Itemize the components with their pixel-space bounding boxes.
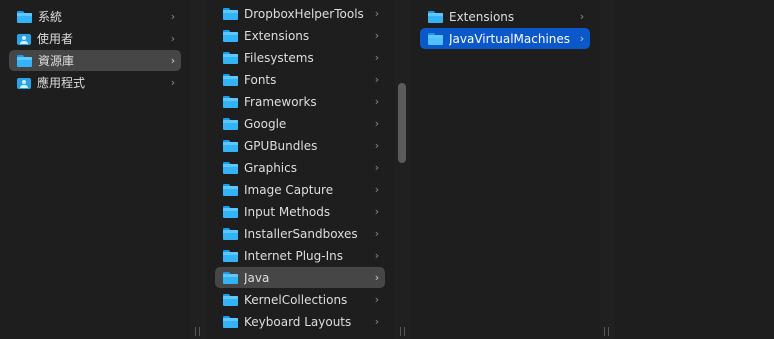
- folder-name: JavaVirtualMachines: [449, 31, 571, 46]
- folder-row[interactable]: GPUBundles ›: [215, 135, 385, 156]
- chevron-right-icon: ›: [579, 32, 585, 45]
- java-column: Extensions › JavaVirtualMachines ›: [411, 0, 600, 339]
- folder-icon: [223, 29, 238, 42]
- folder-row[interactable]: Keyboard Layouts ›: [215, 311, 385, 332]
- folder-row[interactable]: Extensions ›: [420, 6, 590, 27]
- column-gutter: [395, 0, 411, 339]
- folder-name: Fonts: [244, 72, 277, 87]
- column-resize-handle[interactable]: ||: [603, 327, 611, 337]
- chevron-right-icon: ›: [374, 205, 380, 218]
- folder-name: DropboxHelperTools: [244, 6, 364, 21]
- chevron-right-icon: ›: [170, 32, 176, 45]
- folder-name: 使用者: [37, 32, 74, 46]
- folder-icon: [223, 73, 238, 86]
- folder-row[interactable]: Java ›: [215, 267, 385, 288]
- chevron-right-icon: ›: [374, 249, 380, 262]
- folder-name: Filesystems: [244, 50, 314, 65]
- folder-row[interactable]: JavaVirtualMachines ›: [420, 28, 590, 49]
- folder-icon: [223, 95, 238, 108]
- folder-name: KernelCollections: [244, 292, 348, 307]
- folder-icon: [223, 271, 238, 284]
- folder-row[interactable]: Image Capture ›: [215, 179, 385, 200]
- chevron-right-icon: ›: [170, 10, 176, 23]
- folder-name: Extensions: [449, 9, 515, 24]
- folder-icon: [223, 139, 238, 152]
- folder-row[interactable]: DropboxHelperTools ›: [215, 3, 385, 24]
- column-gutter: [191, 0, 206, 339]
- folder-row[interactable]: 資源庫 ›: [9, 50, 181, 71]
- folder-row[interactable]: 使用者 ›: [9, 28, 181, 49]
- chevron-right-icon: ›: [374, 117, 380, 130]
- folder-name: GPUBundles: [244, 138, 318, 153]
- folder-name: Java: [244, 270, 270, 285]
- chevron-right-icon: ›: [374, 139, 380, 152]
- chevron-right-icon: ›: [374, 73, 380, 86]
- folder-name: 應用程式: [37, 76, 86, 90]
- chevron-right-icon: ›: [374, 227, 380, 240]
- folder-icon: [223, 117, 238, 130]
- folder-icon: [223, 51, 238, 64]
- folder-name: 資源庫: [38, 54, 75, 68]
- chevron-right-icon: ›: [170, 54, 176, 67]
- folder-row[interactable]: Input Methods ›: [215, 201, 385, 222]
- folder-name: Internet Plug-Ins: [244, 248, 343, 263]
- folder-row[interactable]: Graphics ›: [215, 157, 385, 178]
- folder-name: InstallerSandboxes: [244, 226, 358, 241]
- chevron-right-icon: ›: [374, 161, 380, 174]
- folder-name: Image Capture: [244, 182, 334, 197]
- folder-icon: [428, 10, 443, 23]
- folder-icon: [223, 205, 238, 218]
- folder-name: Google: [244, 116, 287, 131]
- sidebar-column: 系統 › 使用者 › 資源庫 › 應用程式 ›: [0, 0, 191, 339]
- column-resize-handle[interactable]: ||: [194, 327, 202, 337]
- folder-name: Extensions: [244, 28, 310, 43]
- column-gutter: [600, 0, 615, 339]
- folder-name: Frameworks: [244, 94, 317, 109]
- chevron-right-icon: ›: [170, 76, 176, 89]
- folder-icon: [223, 183, 238, 196]
- folder-icon: [223, 293, 238, 306]
- folder-icon: [428, 32, 443, 45]
- column-resize-handle[interactable]: ||: [399, 327, 407, 337]
- chevron-right-icon: ›: [374, 293, 380, 306]
- folder-icon: [223, 7, 238, 20]
- chevron-right-icon: ›: [374, 271, 380, 284]
- folder-row[interactable]: 應用程式 ›: [9, 72, 181, 93]
- folder-row[interactable]: Frameworks ›: [215, 91, 385, 112]
- folder-row[interactable]: Internet Plug-Ins ›: [215, 245, 385, 266]
- folder-row[interactable]: Extensions ›: [215, 25, 385, 46]
- folder-row[interactable]: 系統 ›: [9, 6, 181, 27]
- chevron-right-icon: ›: [374, 183, 380, 196]
- folder-row[interactable]: InstallerSandboxes ›: [215, 223, 385, 244]
- folder-name: 系統: [38, 10, 63, 24]
- folder-row[interactable]: KernelCollections ›: [215, 289, 385, 310]
- folder-icon: [223, 227, 238, 240]
- chevron-right-icon: ›: [374, 29, 380, 42]
- folder-row[interactable]: Filesystems ›: [215, 47, 385, 68]
- chevron-right-icon: ›: [374, 51, 380, 64]
- folder-row[interactable]: Google ›: [215, 113, 385, 134]
- applications-folder-icon: [17, 77, 31, 89]
- folder-name: Graphics: [244, 160, 297, 175]
- folder-icon: [223, 249, 238, 262]
- folder-name: Input Methods: [244, 204, 331, 219]
- chevron-right-icon: ›: [579, 10, 585, 23]
- folder-icon: [17, 10, 32, 23]
- users-folder-icon: [17, 33, 31, 45]
- empty-preview-column: [615, 0, 774, 339]
- folder-name: Keyboard Layouts: [244, 314, 352, 329]
- folder-row[interactable]: Fonts ›: [215, 69, 385, 90]
- library-column: DropboxHelperTools › Extensions › Filesystem…: [206, 0, 395, 339]
- chevron-right-icon: ›: [374, 315, 380, 328]
- chevron-right-icon: ›: [374, 7, 380, 20]
- folder-icon: [223, 161, 238, 174]
- folder-icon: [17, 54, 32, 67]
- chevron-right-icon: ›: [374, 95, 380, 108]
- folder-icon: [223, 315, 238, 328]
- library-scrollbar[interactable]: [398, 83, 406, 163]
